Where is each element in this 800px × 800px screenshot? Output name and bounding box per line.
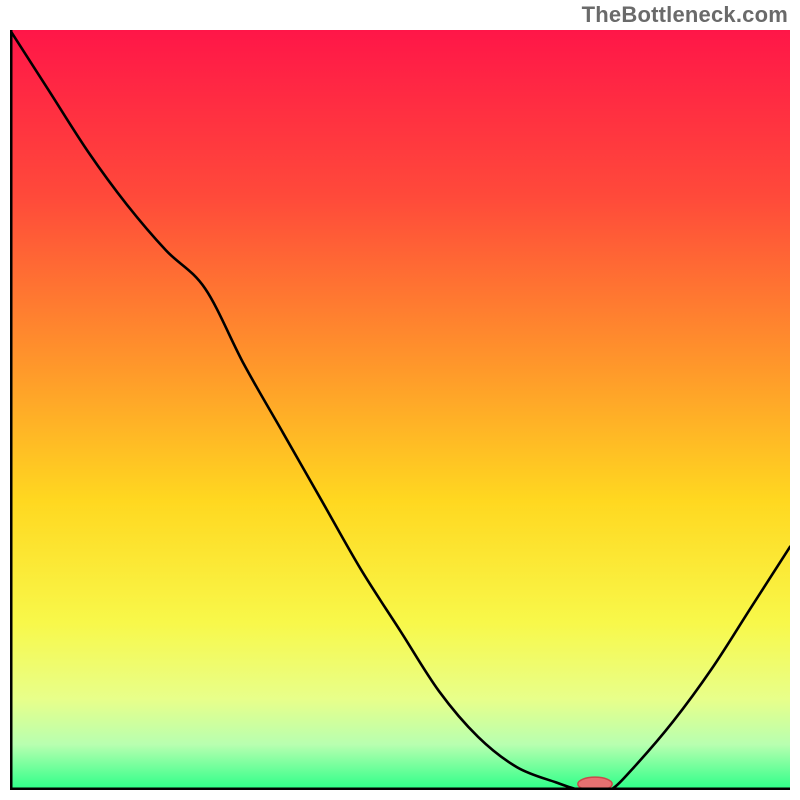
bottleneck-chart: [10, 30, 790, 790]
plot-area: [10, 30, 790, 790]
watermark-text: TheBottleneck.com: [582, 2, 788, 28]
chart-frame: TheBottleneck.com: [0, 0, 800, 800]
gradient-background: [10, 30, 790, 790]
